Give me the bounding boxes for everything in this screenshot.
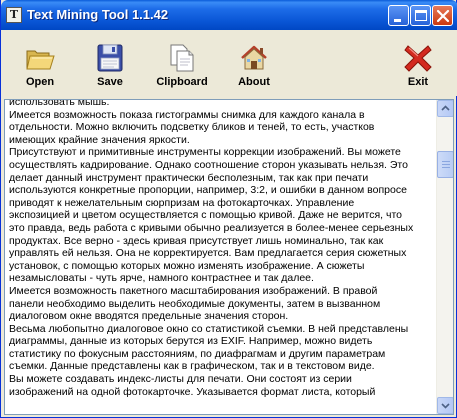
text-line: использовать мышь. [9, 99, 110, 108]
text-line: отдельности. Можно включить подсветку бл… [9, 121, 375, 134]
scroll-up-button[interactable] [437, 100, 453, 117]
house-icon [241, 45, 267, 70]
close-button[interactable] [432, 5, 453, 26]
clipboard-label: Clipboard [156, 76, 208, 88]
text-line: приводят к нежелательным сюрпризам на фо… [9, 196, 355, 209]
text-line: установок, с помощью которых можно измен… [9, 259, 365, 272]
text-line: продуктах. Все верно - здесь кривая прис… [9, 234, 384, 247]
minimize-button[interactable] [388, 5, 409, 26]
close-icon [436, 9, 450, 23]
text-line: Вы можете создавать индекс-листы для печ… [9, 373, 352, 386]
text-line: осуществлять кадрирование. Однако соотно… [9, 158, 408, 171]
text-line: это правда, ведь работа с кривыми обычно… [9, 221, 414, 234]
maximize-icon [415, 10, 427, 21]
text-line: Присутствуют и примитивные инструменты к… [9, 146, 401, 159]
floppy-disk-icon [97, 44, 123, 72]
minimize-icon [394, 19, 401, 22]
maximize-button[interactable] [410, 5, 431, 26]
open-label: Open [25, 76, 55, 88]
red-x-icon [404, 45, 432, 72]
clipboard-button[interactable]: Clipboard [152, 30, 212, 94]
text-line: Весьма любопытно диалоговое окно со стат… [9, 322, 409, 335]
exit-label: Exit [407, 76, 429, 88]
arrow-up-icon [441, 105, 450, 111]
save-label: Save [97, 76, 123, 88]
text-line: Имеется возможность показа гистограммы с… [9, 108, 365, 121]
about-button[interactable]: About [224, 30, 284, 94]
text-content[interactable]: использовать мышь. Имеется возможность п… [9, 99, 435, 398]
text-line: съемки. Данные представлены как в графич… [9, 360, 375, 373]
folder-open-icon [26, 50, 55, 70]
app-window: T Text Mining Tool 1.1.42 Open Save Clip… [0, 0, 457, 418]
app-icon[interactable]: T [6, 7, 22, 23]
text-line: Имеется возможность пакетного масштабиро… [9, 284, 378, 297]
text-line: изображений на одной фотокарточке. Указы… [9, 385, 376, 398]
text-line: имеющих крайние значения яркости. [9, 133, 190, 146]
vertical-scrollbar[interactable] [436, 100, 453, 414]
scroll-down-button[interactable] [437, 397, 453, 414]
text-line: экспозицией и цветом осуществляется с по… [9, 209, 402, 222]
text-line: статистику по фокусным расстояниям, по д… [9, 347, 386, 360]
text-line: незамысловаты - чуть ярче, намного контр… [9, 272, 314, 285]
text-line: управлять ей нельзя. Она не корректирует… [9, 247, 407, 260]
toolbar: Open Save Clipboard About Exit [2, 30, 457, 96]
open-button[interactable]: Open [10, 30, 70, 94]
scroll-thumb[interactable] [437, 151, 453, 178]
text-line: диалоговом окне вводятся предельные знач… [9, 310, 289, 323]
text-line: используются конкретные пропорции, напри… [9, 184, 407, 197]
copy-documents-icon [170, 44, 194, 72]
window-title: Text Mining Tool 1.1.42 [27, 7, 169, 22]
text-line: делает данный инструмент практически бес… [9, 171, 369, 184]
exit-button[interactable]: Exit [388, 30, 448, 94]
text-output-area[interactable]: использовать мышь. Имеется возможность п… [4, 99, 454, 415]
title-bar[interactable]: T Text Mining Tool 1.1.42 [1, 0, 457, 30]
save-button[interactable]: Save [80, 30, 140, 94]
text-line: диаграммы, данные из которых берутся из … [9, 335, 373, 348]
arrow-down-icon [441, 403, 450, 409]
about-label: About [238, 76, 270, 88]
text-line: панели необходимо выделить необходимые д… [9, 297, 381, 310]
